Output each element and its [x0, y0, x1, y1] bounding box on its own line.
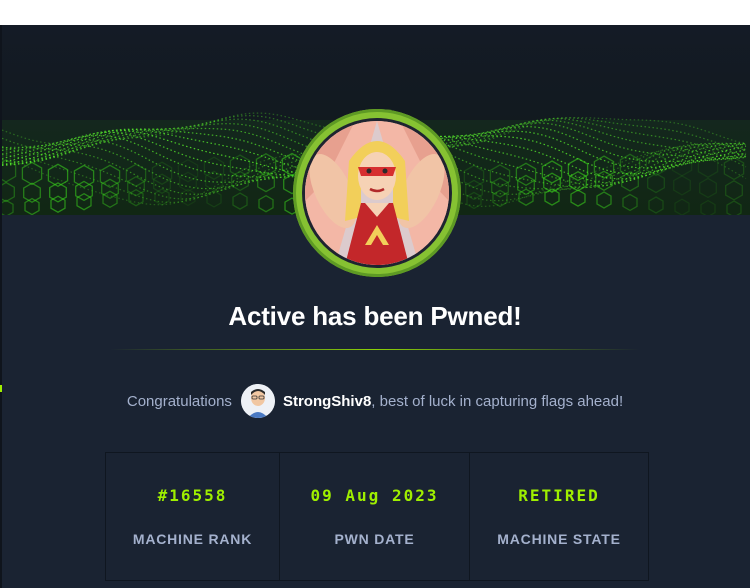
- stat-label: MACHINE STATE: [497, 531, 621, 547]
- stat-label: PWN DATE: [334, 531, 415, 547]
- stat-value: RETIRED: [518, 486, 600, 505]
- stat-label: MACHINE RANK: [132, 531, 253, 547]
- machine-avatar-image: [305, 121, 449, 265]
- congrats-prefix: Congratulations: [126, 392, 232, 410]
- congrats-line: Congratulations StrongShiv8 , best of lu…: [0, 384, 750, 418]
- stats-panel: #16558 MACHINE RANK 09 Aug 2023 PWN DATE…: [105, 452, 649, 581]
- user-avatar-icon[interactable]: [240, 384, 275, 418]
- hero-woman-icon: [305, 121, 449, 265]
- title-divider: [110, 349, 640, 350]
- stat-pwn-date: 09 Aug 2023 PWN DATE: [280, 453, 470, 580]
- machine-avatar: [293, 109, 461, 277]
- stat-machine-state: RETIRED MACHINE STATE: [470, 453, 648, 580]
- stat-value: #16558: [157, 486, 228, 505]
- pwned-title: Active has been Pwned!: [228, 301, 522, 331]
- congrats-suffix: , best of luck in capturing flags ahead!: [371, 392, 624, 410]
- stat-machine-rank: #16558 MACHINE RANK: [106, 453, 280, 580]
- username-link[interactable]: StrongShiv8: [283, 393, 371, 410]
- stat-value: 09 Aug 2023: [310, 486, 439, 505]
- pwned-modal: Active has been Pwned! Congratulations S…: [0, 25, 750, 588]
